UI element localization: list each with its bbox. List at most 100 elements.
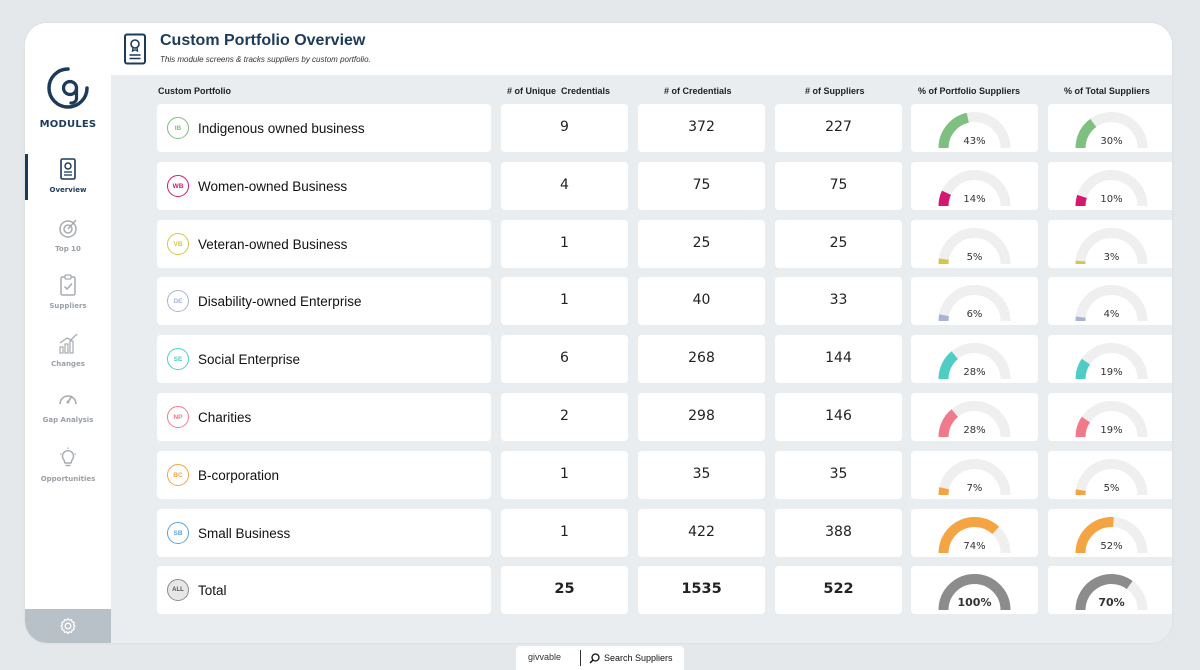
nav-item-overview[interactable]: Overview: [25, 154, 111, 206]
gauge-chart: 28%: [938, 343, 1011, 380]
main-content: Custom Portfolio Overview This module sc…: [111, 23, 1172, 643]
gauge-chart: 14%: [938, 170, 1011, 207]
nav-item-changes[interactable]: Changes: [25, 328, 111, 380]
gauge-label: 6%: [967, 309, 983, 320]
portfolio-name-cell[interactable]: ALL Total: [157, 566, 491, 614]
portfolio-badge: IB: [167, 117, 189, 139]
gear-icon[interactable]: [59, 617, 77, 635]
pct-total-gauge-cell: 10%: [1048, 162, 1172, 210]
pct-total-gauge-cell: 52%: [1048, 509, 1172, 557]
pct-total-gauge-cell: 3%: [1048, 220, 1172, 268]
pct-portfolio-gauge-cell: 28%: [911, 335, 1038, 383]
portfolio-name-cell[interactable]: IB Indigenous owned business: [157, 104, 491, 152]
metric-value: 1: [560, 235, 569, 251]
metric-value: 2: [560, 408, 569, 424]
metric-value: 146: [825, 408, 852, 424]
pct-total-gauge-cell: 19%: [1048, 335, 1172, 383]
metric-cell-unique: 6: [501, 335, 628, 383]
metric-value: 35: [692, 466, 711, 482]
search-suppliers-button[interactable]: Search Suppliers: [604, 653, 673, 663]
metric-cell-suppliers: 35: [775, 451, 902, 499]
search-icon[interactable]: [589, 653, 600, 664]
gauge-chart: 70%: [1075, 574, 1148, 611]
nav-label-changes: Changes: [51, 360, 85, 368]
metric-cell-unique: 1: [501, 509, 628, 557]
gauge-icon: [59, 395, 77, 405]
metric-cell-credentials: 40: [638, 277, 765, 325]
gauge-label: 5%: [967, 252, 983, 263]
metric-value: 144: [825, 350, 852, 366]
metric-cell-unique: 2: [501, 393, 628, 441]
gauge-chart: 28%: [938, 401, 1011, 438]
metric-value: 522: [823, 581, 854, 597]
metric-value: 1: [560, 466, 569, 482]
portfolio-name: Social Enterprise: [198, 352, 301, 367]
page-subtitle: This module screens & tracks suppliers b…: [160, 55, 371, 64]
portfolio-badge: VB: [167, 233, 189, 255]
page-title: Custom Portfolio Overview: [160, 32, 366, 49]
gauge-label: 43%: [963, 136, 985, 147]
gauge-label: 3%: [1104, 252, 1120, 263]
gauge-chart: 5%: [938, 228, 1011, 265]
metric-value: 227: [825, 119, 852, 135]
column-header-pct-total: % of Total Suppliers: [1064, 86, 1150, 96]
gauge-value-arc: [938, 487, 950, 496]
gauge-value-arc: [938, 409, 959, 438]
metric-value: 1535: [681, 581, 722, 597]
nav-label-opportunities: Opportunities: [40, 475, 96, 483]
metric-value: 75: [692, 177, 711, 193]
gauge-chart: 5%: [1075, 459, 1148, 496]
metric-cell-unique: 4: [501, 162, 628, 210]
gauge-chart: 3%: [1075, 228, 1148, 265]
portfolio-badge: WB: [167, 175, 189, 197]
gauge-chart: 43%: [938, 112, 1011, 149]
metric-cell-credentials: 268: [638, 335, 765, 383]
nav-item-opportunities[interactable]: Opportunities: [25, 443, 111, 495]
pct-portfolio-gauge-cell: 5%: [911, 220, 1038, 268]
target-icon: [59, 219, 77, 238]
gauge-label: 74%: [963, 541, 985, 552]
brand-logo: givvable: [528, 652, 562, 662]
gauge-label: 70%: [1098, 596, 1124, 609]
nav-item-top-10[interactable]: Top 10: [25, 213, 111, 265]
metric-cell-unique: 9: [501, 104, 628, 152]
trend-chart-icon: [59, 333, 78, 354]
portfolio-name-cell[interactable]: WB Women-owned Business: [157, 162, 491, 210]
gauge-chart: 19%: [1075, 401, 1148, 438]
metric-value: 40: [692, 292, 711, 308]
gauge-label: 30%: [1100, 136, 1122, 147]
metric-cell-unique: 1: [501, 277, 628, 325]
gauge-chart: 7%: [938, 459, 1011, 496]
portfolio-name-cell[interactable]: NP Charities: [157, 393, 491, 441]
portfolio-name: Women-owned Business: [198, 179, 348, 194]
nav-item-gap-analysis[interactable]: Gap Analysis: [25, 384, 111, 436]
metric-value: 4: [560, 177, 569, 193]
gauge-label: 28%: [963, 425, 985, 436]
gauge-chart: 4%: [1075, 285, 1148, 322]
column-header-pct-portfolio: % of Portfolio Suppliers: [918, 86, 1021, 96]
portfolio-name-cell[interactable]: SB Small Business: [157, 509, 491, 557]
pct-total-gauge-cell: 5%: [1048, 451, 1172, 499]
metric-cell-suppliers: 75: [775, 162, 902, 210]
nav-item-suppliers[interactable]: Suppliers: [25, 270, 111, 322]
portfolio-name-cell[interactable]: SE Social Enterprise: [157, 335, 491, 383]
gauge-label: 7%: [967, 483, 983, 494]
pct-portfolio-gauge-cell: 28%: [911, 393, 1038, 441]
metric-value: 75: [829, 177, 848, 193]
gauge-value-arc: [1075, 194, 1087, 207]
gauge-value-arc: [1075, 358, 1091, 380]
column-header-portfolio: Custom Portfolio: [158, 86, 231, 96]
portfolio-name-cell[interactable]: BC B-corporation: [157, 451, 491, 499]
metric-cell-suppliers: 144: [775, 335, 902, 383]
portfolio-name-cell[interactable]: VB Veteran-owned Business: [157, 220, 491, 268]
sidebar-footer: [25, 609, 111, 643]
metric-cell-credentials: 298: [638, 393, 765, 441]
pct-portfolio-gauge-cell: 6%: [911, 277, 1038, 325]
metric-cell-credentials: 75: [638, 162, 765, 210]
metric-value: 298: [688, 408, 715, 424]
metric-value: 9: [560, 119, 569, 135]
sidebar: MODULES Overview Top 10 Suppliers Change…: [25, 23, 111, 643]
certificate-icon: [60, 158, 76, 180]
column-header-suppliers: # of Suppliers: [805, 86, 865, 96]
portfolio-name-cell[interactable]: DE Disability-owned Enterprise: [157, 277, 491, 325]
